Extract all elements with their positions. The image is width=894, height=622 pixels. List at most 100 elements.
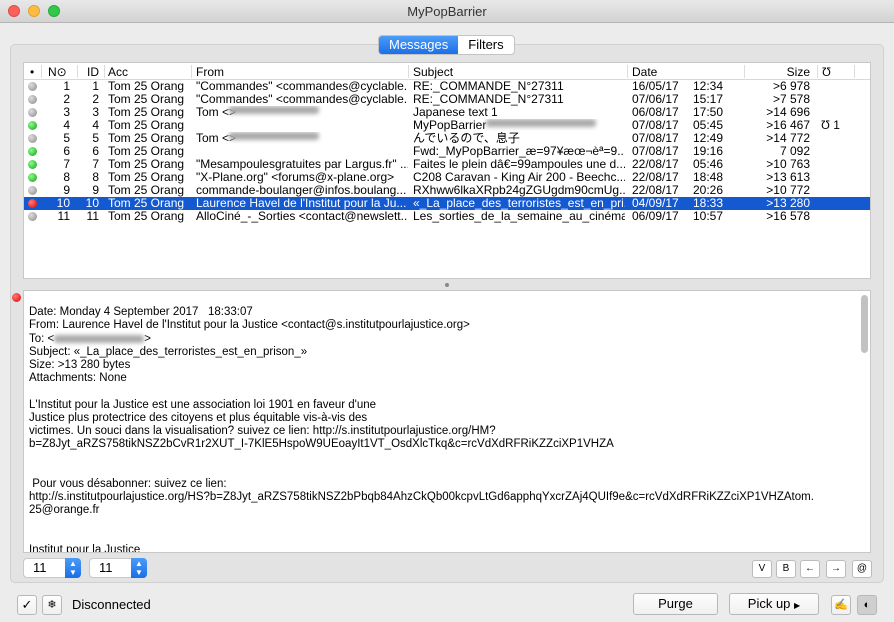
col-id[interactable]: ID (87, 65, 99, 79)
stepper-from[interactable]: 11 ▲ ▼ (23, 558, 81, 578)
b-button[interactable]: B (776, 560, 796, 578)
cell-no: 9 (63, 184, 70, 197)
cell-time: 19:16 (693, 145, 724, 158)
table-row[interactable]: 11 11 Tom 25 Orang AlloCiné_-_Sorties <cont… (24, 210, 870, 223)
status-dot-icon (28, 134, 37, 143)
cell-time: 15:17 (693, 93, 724, 106)
cell-date: 07/06/17 (632, 93, 679, 106)
status-dot-icon (28, 160, 37, 169)
cell-subject: RXhww6lkaXRpb24gZGUgdm90cmUg... (413, 184, 625, 197)
col-acc[interactable]: Acc (108, 65, 128, 79)
cell-no: 8 (63, 171, 70, 184)
status-dot-icon (28, 186, 37, 195)
splitter-handle[interactable] (445, 283, 449, 287)
cell-time: 12:34 (693, 80, 724, 93)
stepper-arrows-icon[interactable]: ▲ ▼ (131, 558, 147, 578)
clear-icon[interactable]: ◐ (857, 595, 877, 615)
cell-size: >14 772 (766, 132, 810, 145)
cell-id: 3 (92, 106, 99, 119)
cell-no: 7 (63, 158, 70, 171)
table-row[interactable]: 5 5 Tom 25 Orang Tom <> んでいるので、息子 07/08/17 12:… (24, 132, 870, 145)
cell-id: 5 (92, 132, 99, 145)
cell-acc: Tom 25 Orang (108, 210, 185, 223)
snowflake-icon[interactable]: ❄ (42, 595, 62, 615)
cell-date: 06/09/17 (632, 210, 679, 223)
table-row[interactable]: 10 10 Tom 25 Orang Laurence Havel de l'Inst… (24, 197, 870, 210)
table-header: • N⊙ ID Acc From Subject Date Size Ʊ (24, 63, 870, 80)
table-row[interactable]: 2 2 Tom 25 Orang "Commandes" <commandes@cyc… (24, 93, 870, 106)
stepper-to[interactable]: 11 ▲ ▼ (89, 558, 147, 578)
status-dot-icon (28, 95, 37, 104)
cell-date: 16/05/17 (632, 80, 679, 93)
msg-from: From: Laurence Havel de l'Institut pour … (29, 319, 470, 332)
cell-subject: Fwd:_MyPopBarrier_æ=97¥æœ¬èª=9... (413, 145, 625, 158)
col-no[interactable]: N⊙ (48, 65, 67, 79)
col-from[interactable]: From (196, 65, 224, 79)
cell-subject: Japanese text 1 (413, 106, 498, 119)
cell-acc: Tom 25 Orang (108, 145, 185, 158)
table-row[interactable]: 6 6 Tom 25 Orang Fwd:_MyPopBarrier_æ=97¥æœ¬… (24, 145, 870, 158)
cell-time: 05:46 (693, 158, 724, 171)
msg-size: Size: >13 280 bytes (29, 359, 131, 372)
view-button[interactable]: V (752, 560, 772, 578)
cell-no: 4 (63, 119, 70, 132)
tab-messages[interactable]: Messages (379, 36, 459, 54)
cell-no: 10 (56, 197, 70, 210)
cell-from: "X-Plane.org" <forums@x-plane.org> (196, 171, 395, 184)
cell-id: 2 (92, 93, 99, 106)
col-attach[interactable]: Ʊ (822, 65, 831, 79)
close-button[interactable] (8, 5, 20, 17)
cell-date: 22/08/17 (632, 158, 679, 171)
zoom-button[interactable] (48, 5, 60, 17)
stepper-arrows-icon[interactable]: ▲ ▼ (65, 558, 81, 578)
table-row[interactable]: 1 1 Tom 25 Orang "Commandes" <commandes@cyc… (24, 80, 870, 93)
cell-time: 20:26 (693, 184, 724, 197)
msg-body-1: L'Institut pour la Justice est une assoc… (29, 398, 614, 451)
check-button[interactable]: ✓ (17, 595, 37, 615)
cell-from: "Commandes" <commandes@cyclable... (196, 93, 408, 106)
compose-icon[interactable]: ✍ (831, 595, 851, 615)
col-date[interactable]: Date (632, 65, 657, 79)
message-list[interactable]: • N⊙ ID Acc From Subject Date Size Ʊ 11T… (23, 62, 871, 279)
cell-subject: RE:_COMMANDE_N°27311 (413, 93, 564, 106)
cell-id: 7 (92, 158, 99, 171)
message-preview[interactable]: Date: Monday 4 September 2017 18:33:07 F… (23, 290, 871, 553)
cell-subject: Les_sorties_de_la_semaine_au_cinéma (413, 210, 625, 223)
col-status[interactable]: • (30, 65, 34, 79)
email-button[interactable]: @ (852, 560, 872, 578)
cell-id: 9 (92, 184, 99, 197)
tab-filters[interactable]: Filters (458, 36, 513, 54)
table-row[interactable]: 7 7 Tom 25 Orang "Mesampoulesgratuites par … (24, 158, 870, 171)
purge-button[interactable]: Purge (633, 593, 718, 615)
next-button[interactable]: → (826, 560, 846, 578)
status-dot-icon (28, 147, 37, 156)
connection-status: Disconnected (72, 597, 151, 612)
msg-to: To: < > (29, 332, 151, 345)
status-dot-icon (28, 199, 37, 208)
col-size[interactable]: Size (787, 65, 810, 79)
cell-size: >13 613 (766, 171, 810, 184)
cell-id: 11 (86, 210, 99, 223)
table-row[interactable]: 4 4 Tom 25 Orang MyPopBarrier 07/08/17 05:45… (24, 119, 870, 132)
msg-attachments: Attachments: None (29, 372, 127, 385)
table-row[interactable]: 8 8 Tom 25 Orang "X-Plane.org" <forums@x-pl… (24, 171, 870, 184)
cell-time: 18:48 (693, 171, 724, 184)
cell-size: >6 978 (772, 80, 810, 93)
cell-from: "Mesampoulesgratuites par Largus.fr" ... (196, 158, 408, 171)
cell-no: 5 (63, 132, 70, 145)
table-row[interactable]: 3 3 Tom 25 Orang Tom <> Japanese text 1 06/08… (24, 106, 870, 119)
cell-date: 07/08/17 (632, 145, 679, 158)
col-subject[interactable]: Subject (413, 65, 453, 79)
pickup-button[interactable]: Pick up ▶ (729, 593, 819, 615)
cell-time: 18:33 (693, 197, 724, 210)
title-bar: MyPopBarrier (0, 0, 894, 23)
window-title: MyPopBarrier (407, 4, 487, 19)
cell-from: "Commandes" <commandes@cyclable... (196, 80, 408, 93)
cell-time: 17:50 (693, 106, 724, 119)
cell-acc: Tom 25 Orang (108, 132, 185, 145)
minimize-button[interactable] (28, 5, 40, 17)
cell-id: 8 (92, 171, 99, 184)
scrollbar[interactable] (861, 295, 868, 353)
previous-button[interactable]: ← (800, 560, 820, 578)
table-row[interactable]: 9 9 Tom 25 Orang commande-boulanger@infos.b… (24, 184, 870, 197)
